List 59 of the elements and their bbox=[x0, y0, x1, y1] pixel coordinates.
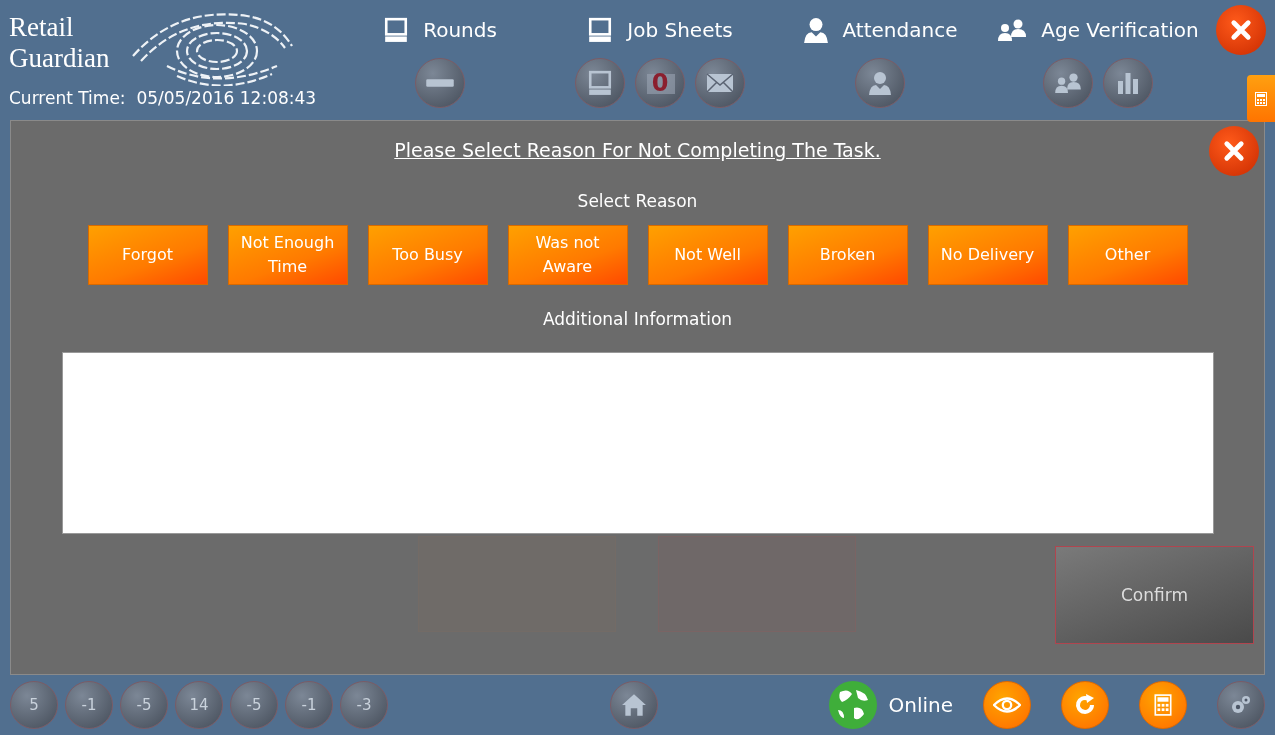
people-button[interactable] bbox=[1043, 58, 1093, 108]
counter-button[interactable]: -3 bbox=[340, 681, 388, 729]
counter-button[interactable]: 5 bbox=[10, 681, 58, 729]
close-button[interactable] bbox=[1209, 126, 1259, 176]
calculator-button[interactable] bbox=[1139, 681, 1187, 729]
person-icon bbox=[868, 71, 892, 95]
chart-button[interactable] bbox=[1103, 58, 1153, 108]
additional-info-label: Additional Information bbox=[542, 309, 733, 329]
brand-name: Retail Guardian bbox=[9, 12, 110, 74]
close-button[interactable] bbox=[1216, 5, 1266, 55]
eye-button[interactable] bbox=[983, 681, 1031, 729]
calculator-tab[interactable] bbox=[1247, 75, 1275, 122]
dialog-title: Please Select Reason For Not Completing The Task. bbox=[394, 139, 881, 161]
monitor-button[interactable] bbox=[575, 58, 625, 108]
reason-button[interactable]: Not Enough Time bbox=[227, 225, 348, 285]
minus-icon bbox=[425, 78, 455, 88]
counter-button[interactable]: -1 bbox=[285, 681, 333, 729]
current-time: Current Time: 05/05/2016 12:08:43 bbox=[9, 88, 318, 108]
reason-button[interactable]: Broken bbox=[787, 225, 908, 285]
monitor-icon bbox=[587, 17, 614, 43]
select-reason-label: Select Reason bbox=[577, 191, 698, 211]
connection-status: Online bbox=[888, 693, 953, 717]
envelope-button[interactable] bbox=[695, 58, 745, 108]
nav-title[interactable]: Rounds bbox=[423, 18, 497, 42]
calculator-icon bbox=[1255, 91, 1267, 106]
nav-title[interactable]: Job Sheets bbox=[627, 18, 733, 42]
counter-button[interactable]: -5 bbox=[120, 681, 168, 729]
monitor-icon bbox=[587, 70, 613, 96]
bar-chart-icon bbox=[1116, 71, 1140, 95]
refresh-button[interactable] bbox=[1061, 681, 1109, 729]
settings-button[interactable] bbox=[1217, 681, 1265, 729]
reason-button[interactable]: Other bbox=[1067, 225, 1188, 285]
people-icon bbox=[1054, 72, 1082, 94]
reason-button[interactable]: Not Well bbox=[647, 225, 768, 285]
counter-button[interactable]: -1 bbox=[65, 681, 113, 729]
additional-info-field[interactable] bbox=[61, 352, 1214, 534]
person-button[interactable] bbox=[855, 58, 905, 108]
counter-button[interactable]: -5 bbox=[230, 681, 278, 729]
people-icon bbox=[997, 18, 1028, 42]
close-icon bbox=[1222, 139, 1246, 163]
close-icon bbox=[1229, 18, 1253, 42]
monitor-icon bbox=[383, 17, 410, 43]
reason-button[interactable]: Was not Aware bbox=[507, 225, 628, 285]
counter-button[interactable]: 14 bbox=[175, 681, 223, 729]
mail-count-button[interactable]: 0 bbox=[635, 58, 685, 108]
reason-button[interactable]: No Delivery bbox=[927, 225, 1048, 285]
eye-icon bbox=[993, 695, 1021, 715]
person-icon bbox=[802, 17, 829, 43]
nav-title[interactable]: Attendance bbox=[842, 18, 958, 42]
envelope-icon bbox=[706, 73, 734, 93]
home-button[interactable] bbox=[610, 681, 658, 729]
reason-button[interactable]: Forgot bbox=[87, 225, 208, 285]
refresh-icon bbox=[1073, 693, 1097, 717]
reason-button[interactable]: Too Busy bbox=[367, 225, 488, 285]
home-icon bbox=[621, 692, 647, 718]
confirm-button[interactable]: Confirm bbox=[1055, 546, 1254, 644]
calculator-icon bbox=[1154, 694, 1172, 716]
nav-title[interactable]: Age Verification bbox=[1041, 18, 1199, 42]
minus-button[interactable] bbox=[415, 58, 465, 108]
